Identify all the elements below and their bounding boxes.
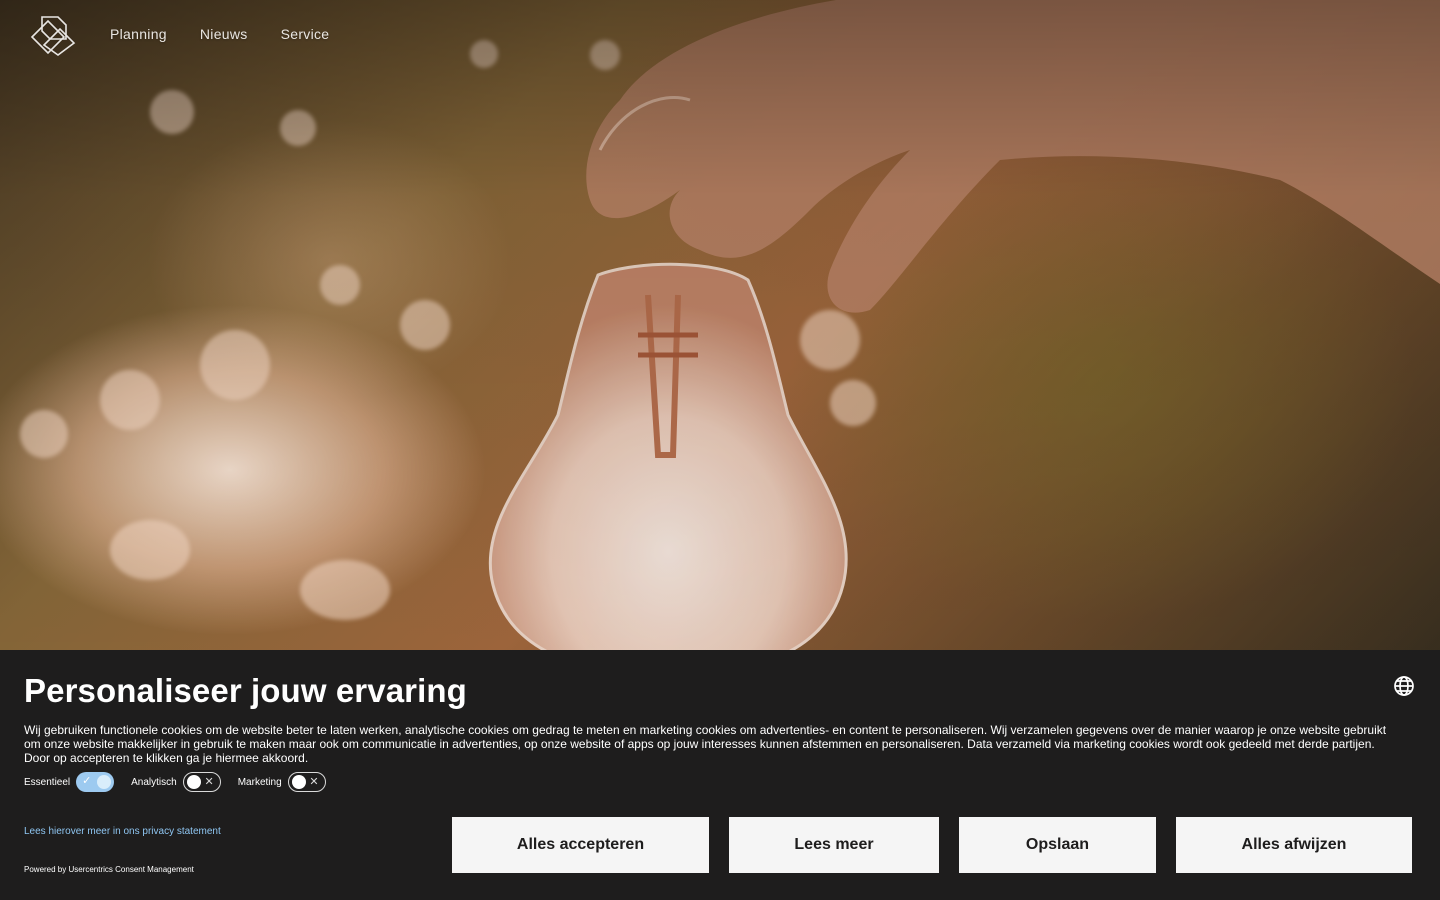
toggle-group-essentieel: Essentieel ✓ [24,772,115,792]
toggle-knob [186,775,201,789]
essentieel-toggle[interactable]: ✓ [76,772,115,792]
nav-links: Planning Nieuws Service [110,26,329,42]
close-icon: ✕ [204,776,214,788]
nav-service[interactable]: Service [281,26,330,42]
check-icon: ✓ [82,775,92,787]
accept-all-button[interactable]: Alles accepteren [452,817,709,873]
privacy-statement-link[interactable]: Lees hierover meer in ons privacy statem… [24,826,221,837]
consent-text-line: Wij gebruiken functionele cookies om de … [24,723,1387,737]
top-navigation: Planning Nieuws Service [0,0,1440,72]
brand-logo-icon[interactable] [30,15,76,57]
deny-all-button[interactable]: Alles afwijzen [1176,817,1412,873]
nav-planning[interactable]: Planning [110,26,167,42]
consent-category-toggles: Essentieel ✓ Analytisch ✕ Marketing ✕ [24,772,343,792]
consent-description: Wij gebruiken functionele cookies om de … [24,723,1416,765]
read-more-button[interactable]: Lees meer [729,817,939,873]
globe-icon[interactable] [1393,675,1415,697]
close-icon: ✕ [309,776,319,788]
consent-text-line: om onze website makkelijker in gebruik t… [24,737,1375,751]
powered-by-text: Powered by Usercentrics Consent Manageme… [24,865,194,874]
toggle-label: Marketing [237,776,282,788]
toggle-knob [97,775,112,789]
consent-title: Personaliseer jouw ervaring [24,672,467,709]
toggle-label: Analytisch [131,776,177,788]
cookie-consent-banner: Personaliseer jouw ervaring Wij gebruike… [0,650,1440,900]
save-button[interactable]: Opslaan [959,817,1156,873]
toggle-knob [291,775,306,789]
toggle-group-marketing: Marketing ✕ [238,772,326,792]
toggle-group-analytisch: Analytisch ✕ [131,772,221,792]
analytisch-toggle[interactable]: ✕ [182,772,221,792]
consent-text-line: Door op accepteren te klikken ga je hier… [24,751,309,765]
nav-nieuws[interactable]: Nieuws [200,26,248,42]
toggle-label: Essentieel [24,776,71,788]
hero-image [0,0,1440,650]
marketing-toggle[interactable]: ✕ [287,772,326,792]
